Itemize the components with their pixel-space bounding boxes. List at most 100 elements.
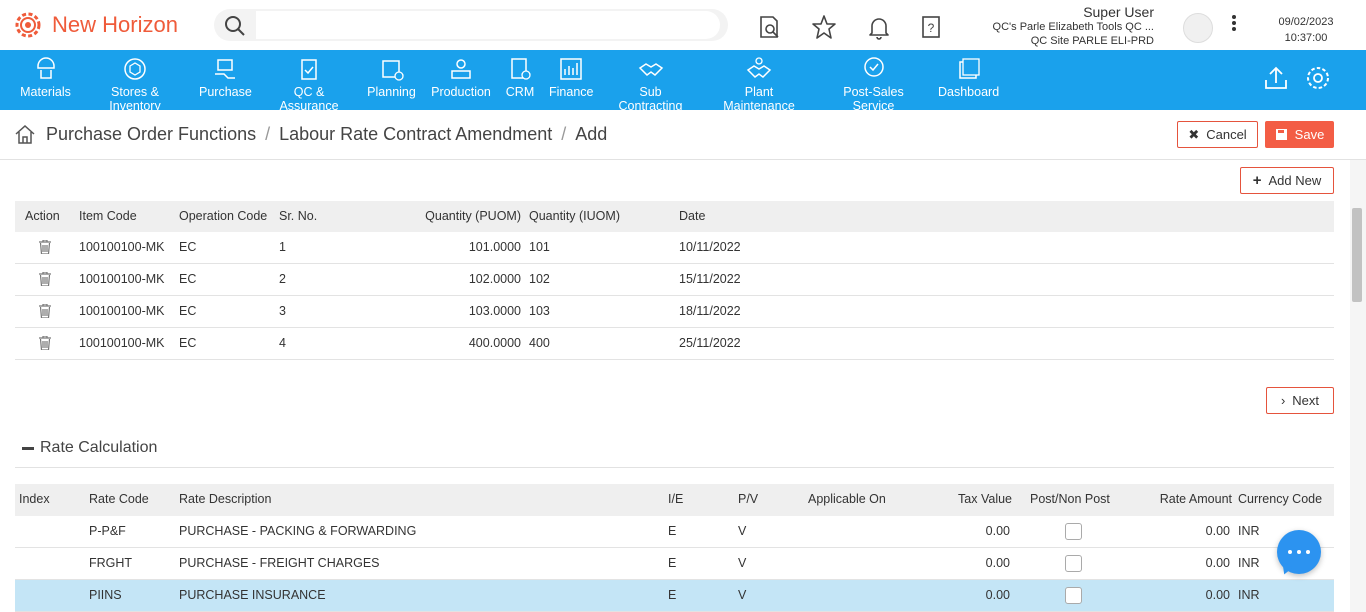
column-header[interactable]: Rate Description [179,484,271,515]
nav-label: Sub Contracting [618,85,683,113]
column-header[interactable]: Date [679,201,705,232]
delete-icon[interactable] [39,272,51,286]
nav-item-production[interactable]: Production [431,54,491,106]
nav-item-qc-assurance[interactable]: QC & Assurance [266,54,352,113]
breadcrumb-item-purchase-order-functions[interactable]: Purchase Order Functions [46,124,256,145]
next-label: Next [1292,393,1320,408]
purchase-icon [215,59,235,79]
more-options-icon[interactable] [1228,13,1240,35]
cancel-label: Cancel [1206,127,1247,142]
add-new-button[interactable]: + Add New [1240,167,1334,194]
rate-description: PURCHASE INSURANCE [179,588,326,602]
search-box [214,9,728,41]
nav-label: Post-Sales Service [843,85,904,113]
column-header[interactable]: Post/Non Post [1030,484,1110,515]
collapse-icon [22,446,34,450]
cancel-button[interactable]: ✖ Cancel [1177,121,1258,148]
post-checkbox[interactable] [1065,523,1082,540]
delete-icon[interactable] [39,336,51,350]
nav-item-crm[interactable]: CRM [505,54,535,106]
next-button[interactable]: › Next [1266,387,1334,414]
quantity-iuom: 102 [529,272,550,286]
star-icon[interactable] [811,14,837,40]
plus-icon: + [1252,172,1262,189]
app-title: New Horizon [52,12,178,37]
quantity-puom: 102.0000 [468,272,521,286]
nav-item-finance[interactable]: Finance [549,54,593,106]
user-site: QC Site PARLE ELI-PRD [1030,35,1154,47]
item-code: 100100100-MK [79,272,165,286]
nav-label: CRM [505,85,535,99]
tax-value: 0.00 [985,588,1010,602]
operation-code: EC [179,304,197,318]
search-icon[interactable] [224,15,246,37]
table-row[interactable]: P-P&F PURCHASE - PACKING & FORWARDING E … [15,516,1334,548]
rate-table: Index Rate Code Rate Description I/E P/V… [15,484,1334,612]
sr-no: 1 [279,240,286,254]
post-checkbox[interactable] [1065,587,1082,604]
column-header[interactable]: Rate Code [89,484,149,515]
maintenance-icon [746,57,772,78]
nav-label: Production [431,85,491,99]
rate-description: PURCHASE - PACKING & FORWARDING [179,524,417,538]
close-icon: ✖ [1188,126,1200,142]
date: 10/11/2022 [679,240,741,254]
breadcrumb-separator: / [561,123,567,144]
column-header[interactable]: Operation Code [179,201,267,232]
search-input[interactable] [256,11,720,39]
column-header[interactable]: Tax Value [915,484,1012,515]
nav-item-dashboard[interactable]: Dashboard [938,54,999,106]
column-header[interactable]: Quantity (PUOM) [395,201,521,232]
rate-amount: 0.00 [1205,524,1230,538]
table-row[interactable]: 100100100-MK EC 3 103.0000 103 18/11/202… [15,296,1334,328]
nav-item-materials[interactable]: Materials [20,54,71,106]
home-icon[interactable] [14,123,36,145]
scrollbar-thumb[interactable] [1352,208,1362,302]
add-new-label: Add New [1268,173,1322,188]
post-checkbox[interactable] [1065,555,1082,572]
avatar[interactable] [1183,13,1213,43]
delete-icon[interactable] [39,304,51,318]
nav-item-post-sales-service[interactable]: Post-Sales Service [824,54,923,113]
column-header[interactable]: Rate Amount [1135,484,1232,515]
table-row[interactable]: 100100100-MK EC 2 102.0000 102 15/11/202… [15,264,1334,296]
column-header[interactable]: I/E [668,484,683,515]
column-header[interactable]: Applicable On [808,484,886,515]
table-row[interactable]: PIINS PURCHASE INSURANCE E V 0.00 0.00 I… [15,580,1334,612]
bell-icon[interactable] [866,14,892,40]
nav-item-purchase[interactable]: Purchase [199,54,252,106]
breadcrumb-item-add: Add [575,123,608,144]
rate-calculation-toggle[interactable]: Rate Calculation [22,439,157,457]
nav-item-plant-maintenance[interactable]: Plant Maintenance [709,54,809,113]
upload-icon[interactable] [1262,64,1290,92]
date: 15/11/2022 [679,272,741,286]
quantity-puom: 400.0000 [468,336,521,350]
document-search-icon[interactable] [756,14,782,40]
rate-code: FRGHT [89,556,133,570]
tax-value: 0.00 [985,524,1010,538]
nav-label: QC & Assurance [279,85,339,113]
settings-gear-icon[interactable] [1304,64,1332,92]
column-header[interactable]: Currency Code [1238,484,1322,515]
column-header[interactable]: Item Code [79,201,137,232]
column-header[interactable]: Sr. No. [279,201,317,232]
operation-code: EC [179,240,197,254]
column-header[interactable]: Quantity (IUOM) [529,201,620,232]
column-header[interactable]: Index [19,484,50,515]
table-row[interactable]: FRGHT PURCHASE - FREIGHT CHARGES E V 0.0… [15,548,1334,580]
divider [15,467,1334,468]
delete-icon[interactable] [39,240,51,254]
quantity-puom: 101.0000 [468,240,521,254]
breadcrumb-item-labour-rate-contract-amendment[interactable]: Labour Rate Contract Amendment [279,124,552,145]
table-row[interactable]: 100100100-MK EC 4 400.0000 400 25/11/202… [15,328,1334,360]
help-document-icon[interactable]: ? [918,14,944,40]
table-row[interactable]: 100100100-MK EC 1 101.0000 101 10/11/202… [15,232,1334,264]
column-header[interactable]: P/V [738,484,758,515]
nav-item-stores-inventory[interactable]: Stores & Inventory [86,54,184,113]
rate-description: PURCHASE - FREIGHT CHARGES [179,556,380,570]
app-logo[interactable]: New Horizon [12,9,178,41]
chat-button[interactable] [1277,530,1321,577]
save-button[interactable]: Save [1265,121,1334,148]
nav-item-sub-contracting[interactable]: Sub Contracting [608,54,693,113]
nav-item-planning[interactable]: Planning [367,54,416,106]
